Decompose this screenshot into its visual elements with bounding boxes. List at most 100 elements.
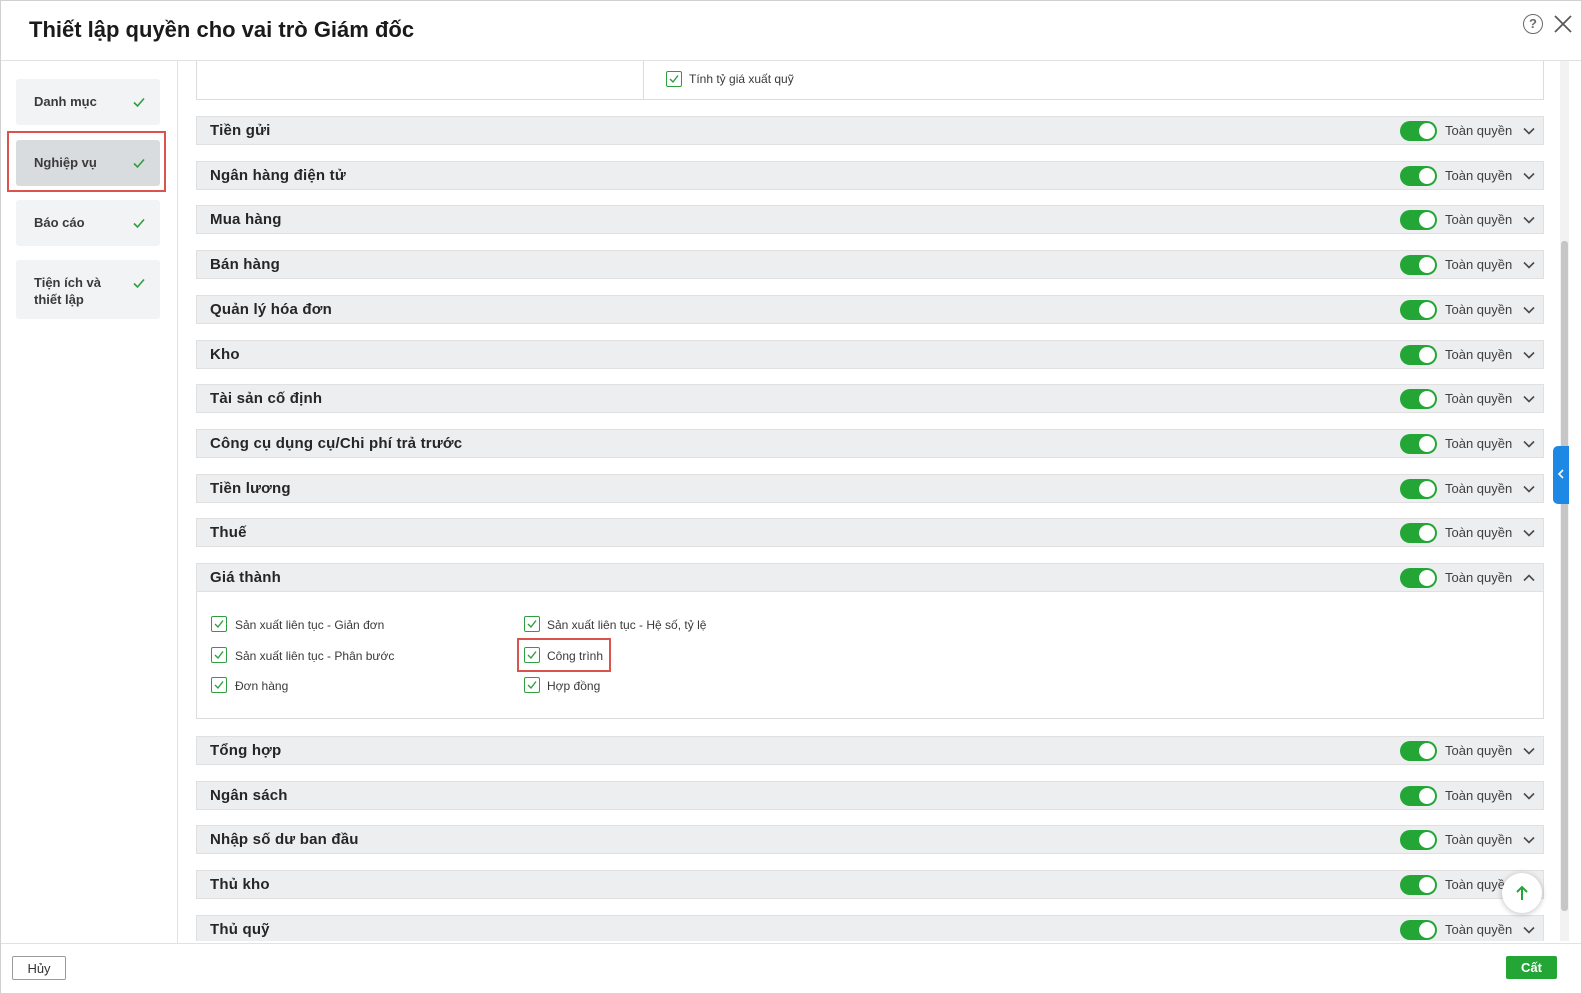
section-title: Giá thành [210,569,281,586]
check-icon [133,218,145,229]
sidebar-item-bao-cao[interactable]: Báo cáo [16,200,160,246]
check-icon [133,97,145,108]
permission-toggle[interactable] [1400,389,1437,409]
permission-toggle[interactable] [1400,741,1437,761]
permission-section-header[interactable]: Mua hàng Toàn quyền [196,205,1544,234]
permission-label: Toàn quyền [1445,922,1513,937]
permission-section-header[interactable]: Công cụ dụng cụ/Chi phí trả trước Toàn qu… [196,429,1544,458]
permission-section-header[interactable]: Ngân sách Toàn quyền [196,781,1544,810]
sidebar-item-tien-ich[interactable]: Tiện ích và thiết lập [16,260,160,319]
permission-toggle[interactable] [1400,568,1437,588]
checkbox-option[interactable] [524,616,540,632]
section-title: Thủ kho [210,876,270,893]
chevron-down-icon[interactable] [1522,744,1536,758]
permission-toggle[interactable] [1400,920,1437,940]
checkbox-option[interactable] [211,647,227,663]
checkbox-tinh-ty-gia[interactable] [666,71,682,87]
chevron-down-icon[interactable] [1522,482,1536,496]
checkbox-option[interactable] [211,677,227,693]
cancel-button[interactable]: Hủy [12,956,66,980]
permission-label: Toàn quyền [1445,391,1513,406]
permission-section-header[interactable]: Tổng hợp Toàn quyền [196,736,1544,765]
section-title: Mua hàng [210,211,282,228]
section-title: Ngân hàng điện tử [210,167,346,184]
permission-toggle[interactable] [1400,830,1437,850]
permission-toggle[interactable] [1400,210,1437,230]
permission-toggle[interactable] [1400,345,1437,365]
sidebar-item-danh-muc[interactable]: Danh mục [16,79,160,125]
permission-section-header[interactable]: Thủ quỹ Toàn quyền [196,915,1544,941]
section-title: Công cụ dụng cụ/Chi phí trả trước [210,435,463,452]
scrollbar-thumb[interactable] [1561,241,1568,911]
permission-label: Toàn quyền [1445,525,1513,540]
checkbox-label: Sản xuất liên tục - Phân bước [235,649,395,663]
permission-toggle[interactable] [1400,255,1437,275]
permission-toggle[interactable] [1400,121,1437,141]
permission-section-header[interactable]: Kho Toàn quyền [196,340,1544,369]
permission-label: Toàn quyền [1445,570,1513,585]
permission-section-header[interactable]: Tiền lương Toàn quyền [196,474,1544,503]
sidebar-item-label: Nghiệp vụ [34,155,97,170]
sidebar: Danh mục Nghiệp vụ Báo cáo Tiện ích và t… [1,61,178,951]
permission-label: Toàn quyền [1445,302,1513,317]
section-title: Tiền gửi [210,122,271,139]
checkbox-label: Công trình [547,649,604,663]
permission-toggle[interactable] [1400,523,1437,543]
section-title: Thủ quỹ [210,921,270,938]
chevron-down-icon[interactable] [1522,348,1536,362]
permission-label: Toàn quyền [1445,436,1513,451]
chevron-down-icon[interactable] [1522,392,1536,406]
permission-toggle[interactable] [1400,166,1437,186]
permission-section-header[interactable]: Tiền gửi Toàn quyền [196,116,1544,145]
dialog-title: Thiết lập quyền cho vai trò Giám đốc [29,17,415,42]
permission-section-header[interactable]: Thuế Toàn quyền [196,518,1544,547]
permission-toggle[interactable] [1400,875,1437,895]
permission-section-header[interactable]: Tài sản cố định Toàn quyền [196,384,1544,413]
sidebar-item-label: Báo cáo [34,215,85,230]
permission-section-header[interactable]: Thủ kho Toàn quyền [196,870,1544,899]
permission-label: Toàn quyền [1445,168,1513,183]
permission-dialog: Thiết lập quyền cho vai trò Giám đốc ? D… [0,0,1582,993]
permission-label: Toàn quyền [1445,481,1513,496]
save-button[interactable]: Cất [1506,956,1557,979]
scroll-to-top-button[interactable] [1502,873,1542,913]
question-circle-icon[interactable]: ? [1523,14,1543,34]
chevron-down-icon[interactable] [1522,258,1536,272]
close-icon[interactable] [1552,13,1574,35]
checkbox-option[interactable] [211,616,227,632]
checkbox-option[interactable] [524,677,540,693]
chevron-down-icon[interactable] [1522,437,1536,451]
column-divider [643,61,644,99]
permission-toggle[interactable] [1400,300,1437,320]
permission-label: Toàn quyền [1445,347,1513,362]
chevron-down-icon[interactable] [1522,833,1536,847]
permission-section-header[interactable]: Giá thành Toàn quyền [196,563,1544,592]
permission-label: Toàn quyền [1445,743,1513,758]
sidebar-item-label: Tiện ích và thiết lập [34,275,101,307]
chevron-left-icon [1557,469,1564,479]
permission-section-header[interactable]: Nhập số dư ban đầu Toàn quyền [196,825,1544,854]
permission-section-header[interactable]: Quản lý hóa đơn Toàn quyền [196,295,1544,324]
chevron-down-icon[interactable] [1522,923,1536,937]
section-title: Tiền lương [210,480,291,497]
section-title: Thuế [210,524,247,541]
permission-section-header[interactable]: Ngân hàng điện tử Toàn quyền [196,161,1544,190]
chevron-down-icon[interactable] [1522,169,1536,183]
permission-label: Toàn quyền [1445,832,1513,847]
permission-label: Toàn quyền [1445,212,1513,227]
section-title: Kho [210,346,240,363]
permission-section-header[interactable]: Bán hàng Toàn quyền [196,250,1544,279]
chevron-down-icon[interactable] [1522,213,1536,227]
section-title: Quản lý hóa đơn [210,301,333,318]
chevron-up-icon[interactable] [1522,571,1536,585]
permission-toggle[interactable] [1400,479,1437,499]
chevron-down-icon[interactable] [1522,789,1536,803]
sidebar-item-nghiep-vu[interactable]: Nghiệp vụ [16,140,160,186]
collapse-panel-tab[interactable] [1553,446,1569,504]
chevron-down-icon[interactable] [1522,124,1536,138]
permission-toggle[interactable] [1400,786,1437,806]
checkbox-cong-trinh[interactable] [524,647,540,663]
chevron-down-icon[interactable] [1522,303,1536,317]
chevron-down-icon[interactable] [1522,526,1536,540]
permission-toggle[interactable] [1400,434,1437,454]
